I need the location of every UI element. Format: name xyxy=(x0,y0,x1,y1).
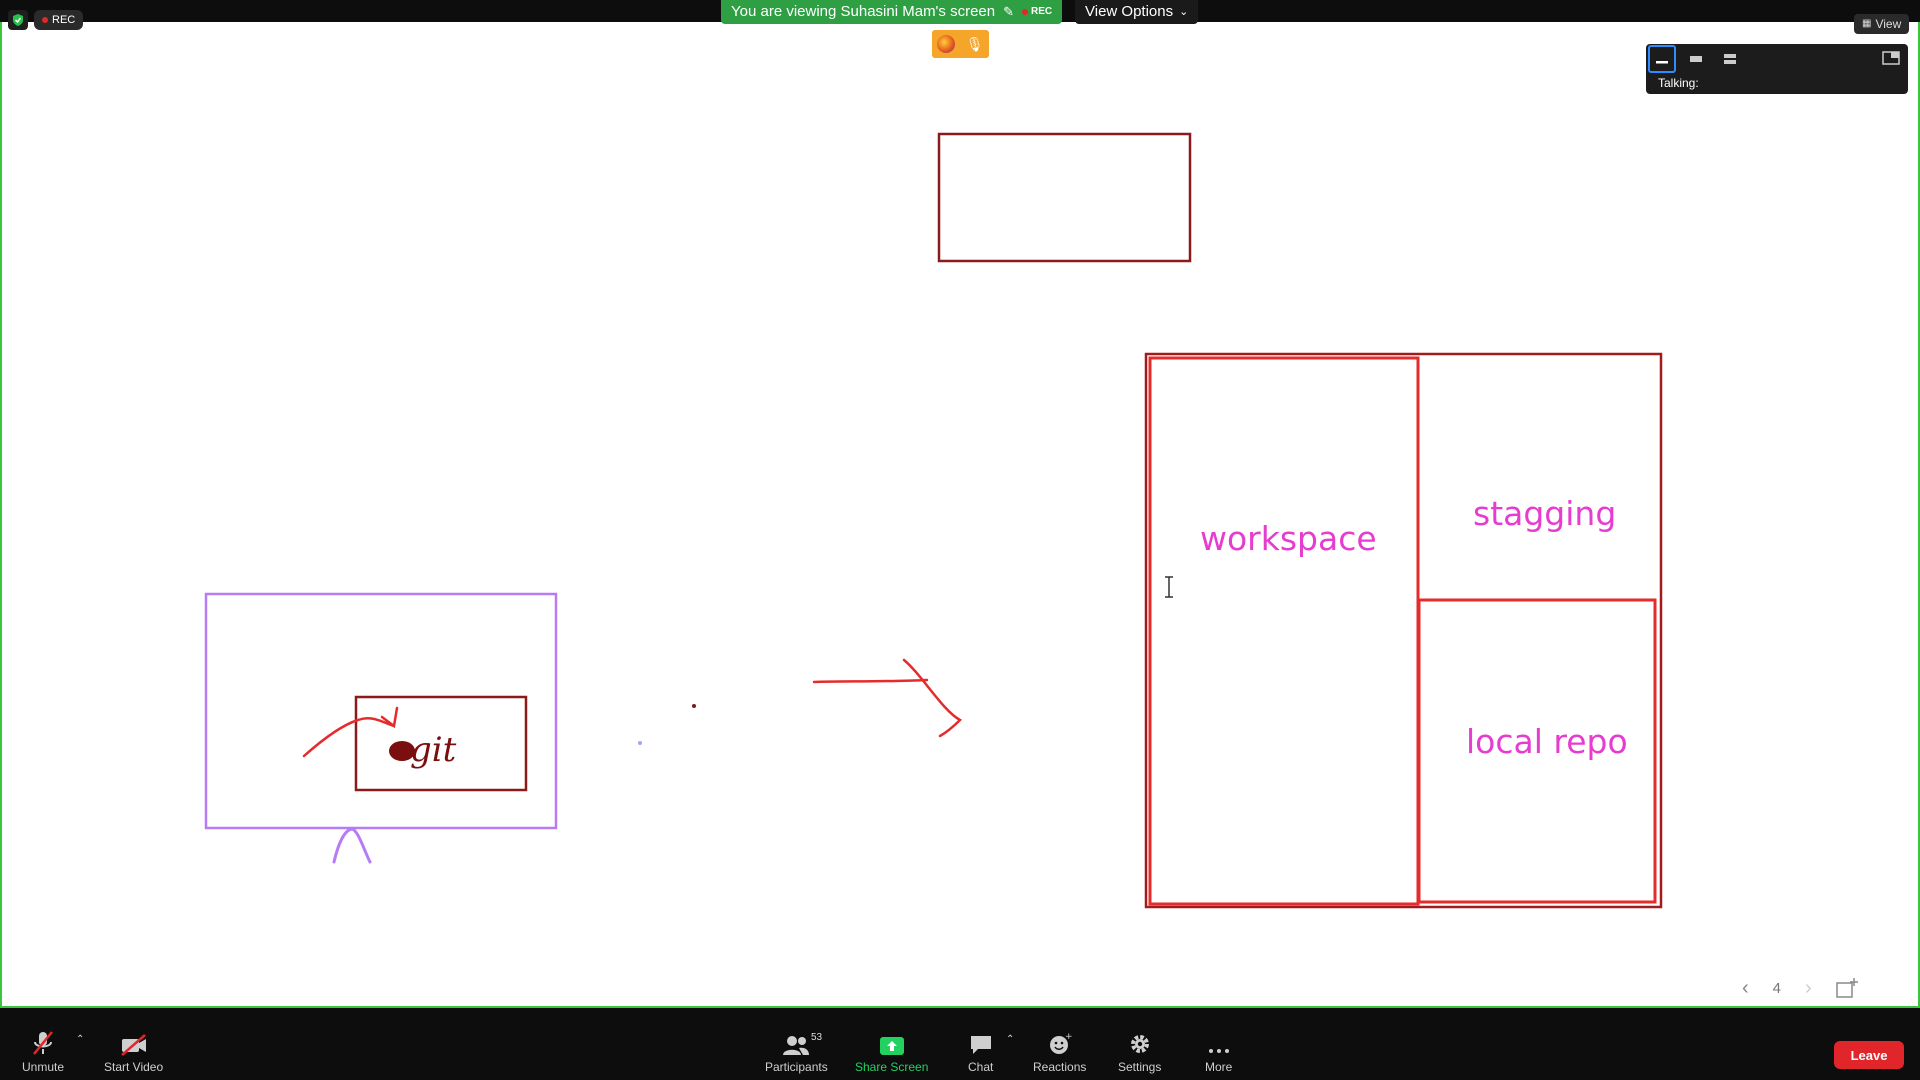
empty-box xyxy=(937,132,1192,263)
workspace-label: workspace xyxy=(1200,519,1377,558)
video-off-icon xyxy=(120,1034,146,1056)
grid-icon: ▦ xyxy=(1862,18,1872,29)
start-video-label: Start Video xyxy=(104,1060,164,1074)
sharer-app-icons: 🎙 xyxy=(932,30,989,58)
start-video-button[interactable]: Start Video xyxy=(104,1030,163,1074)
ink-dot xyxy=(692,704,696,708)
remote-control-icon: ✎ xyxy=(1003,4,1015,19)
reactions-label: Reactions xyxy=(1033,1060,1087,1074)
chat-label: Chat xyxy=(968,1060,994,1074)
purple-caret-drawing xyxy=(332,827,372,864)
banner-rec: REC xyxy=(1022,0,1052,24)
share-screen-button[interactable]: Share Screen xyxy=(855,1030,928,1074)
page-number: 4 xyxy=(1772,979,1782,997)
chat-options-caret-icon[interactable]: ⌃ xyxy=(1006,1034,1014,1045)
viewing-text: You are viewing Suhasini Mam's screen xyxy=(731,3,996,20)
reactions-icon: + xyxy=(1049,1032,1072,1054)
red-scribble xyxy=(302,706,399,758)
view-options-button[interactable]: View Options ⌄ xyxy=(1075,0,1199,24)
recording-indicator[interactable]: REC xyxy=(34,10,84,30)
staging-label: stagging xyxy=(1473,494,1616,533)
prev-page-icon[interactable]: ‹ xyxy=(1742,977,1749,1000)
settings-button[interactable]: Settings xyxy=(1118,1030,1161,1074)
svg-text:+: + xyxy=(1065,1032,1072,1042)
local-repo-label: local repo xyxy=(1466,722,1628,761)
more-button[interactable]: More xyxy=(1205,1030,1232,1074)
share-screen-label: Share Screen xyxy=(855,1060,929,1074)
view-button[interactable]: ▦ View xyxy=(1854,14,1910,34)
leave-button[interactable]: Leave xyxy=(1834,1041,1904,1069)
arrow-drawing xyxy=(812,658,963,738)
whiteboard-pager: ‹ 4 › xyxy=(1742,976,1858,1000)
unmute-label: Unmute xyxy=(22,1060,65,1074)
firefox-icon xyxy=(937,35,956,53)
banner-rec-label: REC xyxy=(1031,6,1053,17)
muted-mic-icon xyxy=(33,1031,53,1055)
participants-label: Participants xyxy=(765,1060,828,1074)
share-screen-icon xyxy=(879,1037,904,1055)
record-dot-icon xyxy=(1022,9,1029,15)
shared-screen: workspace stagging local repo git ‹ 4 › xyxy=(0,18,1920,1008)
settings-label: Settings xyxy=(1118,1060,1162,1074)
workspace-box xyxy=(1148,356,1420,906)
reactions-button[interactable]: + Reactions xyxy=(1033,1030,1086,1074)
ink-dot xyxy=(638,741,642,745)
chat-button[interactable]: Chat xyxy=(968,1030,993,1074)
chat-icon xyxy=(970,1036,991,1054)
audio-options-caret-icon[interactable]: ⌃ xyxy=(76,1034,84,1045)
view-label: View xyxy=(1875,17,1902,31)
layout-minimized-button[interactable] xyxy=(1648,45,1676,73)
unmute-button[interactable]: Unmute xyxy=(22,1030,64,1074)
viewing-banner: You are viewing Suhasini Mam's screen ✎ … xyxy=(721,0,1063,24)
microphone-icon: 🎙 xyxy=(965,35,984,52)
layout-gallery-button[interactable] xyxy=(1716,45,1744,73)
new-page-icon[interactable] xyxy=(1835,978,1858,998)
gear-icon xyxy=(1130,1035,1149,1053)
meeting-toolbar: Unmute ⌃ Start Video Participants 53 Sha… xyxy=(0,1026,1920,1080)
hide-panel-icon[interactable] xyxy=(1882,50,1900,66)
security-shield-icon[interactable] xyxy=(8,10,28,30)
view-options-label: View Options xyxy=(1085,3,1174,20)
recording-label: REC xyxy=(52,14,76,26)
chevron-down-icon: ⌄ xyxy=(1179,6,1189,18)
talking-label: Talking: xyxy=(1658,76,1699,90)
speaker-panel: Talking: xyxy=(1646,44,1908,94)
handwritten-git: git xyxy=(410,730,457,770)
more-label: More xyxy=(1205,1060,1233,1074)
git-areas-box xyxy=(1144,352,1663,909)
layout-speaker-button[interactable] xyxy=(1682,45,1710,73)
text-cursor-icon xyxy=(1165,576,1173,598)
more-dots-icon xyxy=(1208,1049,1229,1053)
computer-box xyxy=(204,592,558,830)
whiteboard-canvas: workspace stagging local repo git xyxy=(204,132,1663,909)
participants-icon xyxy=(783,1036,810,1055)
record-dot-icon xyxy=(42,17,48,23)
next-page-icon[interactable]: › xyxy=(1805,977,1812,1000)
participants-count: 53 xyxy=(811,1032,823,1043)
